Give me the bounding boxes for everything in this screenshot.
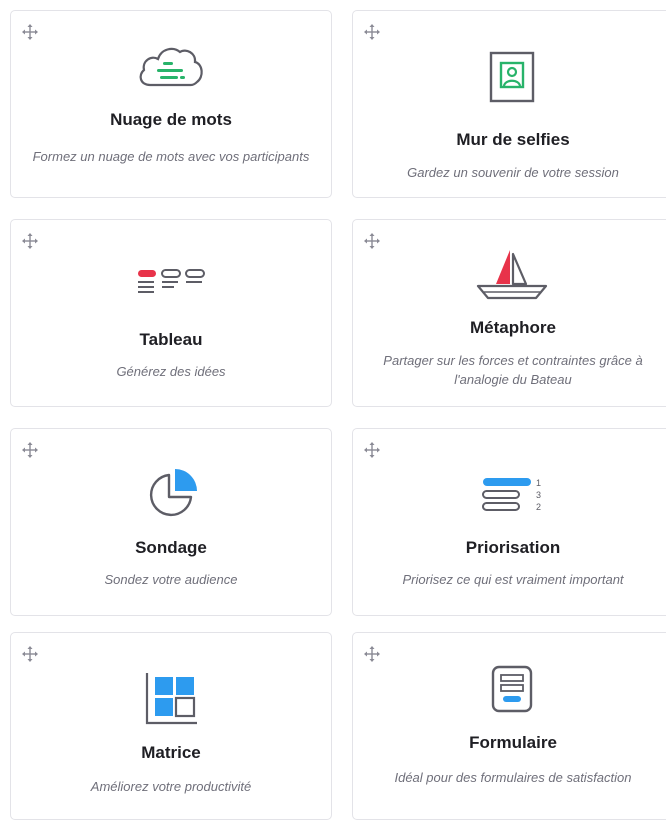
drag-handle-icon[interactable] (364, 233, 380, 249)
drag-handle-icon[interactable] (22, 24, 38, 40)
card-matrice[interactable]: Matrice Améliorez votre productivité (10, 632, 332, 820)
drag-handle-icon[interactable] (364, 646, 380, 662)
card-description: Formez un nuage de mots avec vos partici… (32, 149, 310, 164)
card-sondage[interactable]: Sondage Sondez votre audience (10, 428, 332, 616)
card-description: Générez des idées (116, 364, 226, 379)
card-title: Matrice (141, 743, 201, 762)
drag-handle-icon[interactable] (364, 442, 380, 458)
card-priorisation[interactable]: 1 3 2 Priorisation Priorisez ce qui est … (352, 428, 666, 616)
board-columns-icon (138, 269, 205, 293)
drag-handle-icon[interactable] (22, 233, 38, 249)
card-description: Sondez votre audience (104, 572, 238, 587)
svg-text:1: 1 (536, 478, 541, 488)
card-title: Mur de selfies (456, 130, 570, 149)
card-mur-de-selfies[interactable]: Mur de selfies Gardez un souvenir de vot… (352, 10, 666, 198)
card-nuage-de-mots[interactable]: Nuage de mots Formez un nuage de mots av… (10, 10, 332, 198)
drag-handle-icon[interactable] (22, 442, 38, 458)
card-description: Partager sur les forces et contraintes g… (383, 353, 643, 387)
card-title: Tableau (139, 330, 203, 349)
card-description: Gardez un souvenir de votre session (407, 165, 619, 180)
card-formulaire[interactable]: Formulaire Idéal pour des formulaires de… (352, 632, 666, 820)
form-icon (491, 665, 533, 713)
card-metaphore[interactable]: Métaphore Partager sur les forces et con… (352, 219, 666, 407)
sailboat-icon (476, 250, 548, 300)
card-title: Sondage (135, 538, 207, 557)
ranked-bars-icon: 1 3 2 (482, 478, 541, 512)
card-tableau[interactable]: Tableau Générez des idées (10, 219, 332, 407)
card-title: Nuage de mots (110, 110, 232, 129)
card-title: Métaphore (470, 318, 556, 337)
cloud-lines-icon (139, 47, 203, 87)
svg-text:2: 2 (536, 502, 541, 512)
pie-chart-icon (149, 469, 197, 517)
card-description: Priorisez ce qui est vraiment important (402, 572, 624, 587)
card-title: Priorisation (465, 538, 561, 557)
card-description: Améliorez votre productivité (90, 779, 252, 794)
svg-text:3: 3 (536, 490, 541, 500)
card-description: Idéal pour des formulaires de satisfacti… (394, 770, 632, 785)
drag-handle-icon[interactable] (22, 646, 38, 662)
card-title: Formulaire (469, 733, 557, 752)
matrix-grid-icon (145, 673, 197, 725)
drag-handle-icon[interactable] (364, 24, 380, 40)
portrait-frame-icon (489, 51, 535, 103)
